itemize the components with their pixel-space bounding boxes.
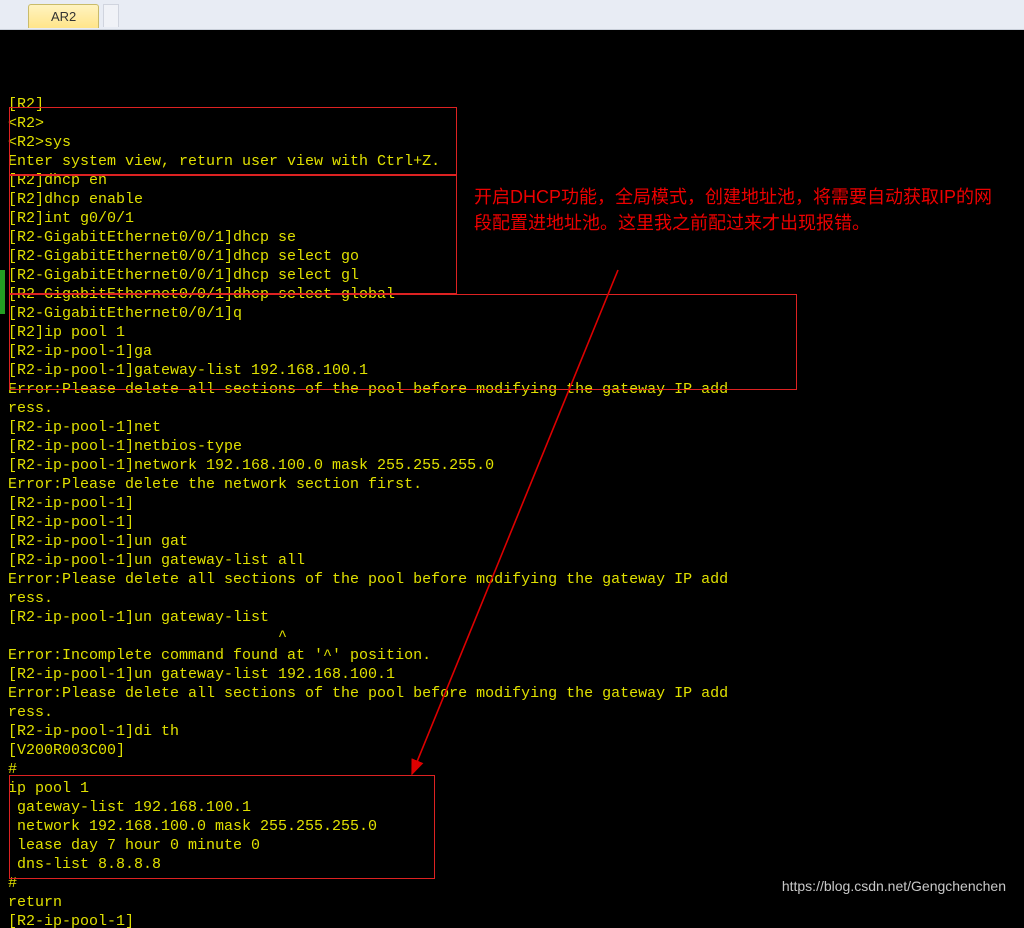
annotation-text: 开启DHCP功能，全局模式，创建地址池，将需要自动获取IP的网段配置进地址池。这… <box>474 184 994 236</box>
terminal-line: [R2-GigabitEthernet0/0/1]dhcp select gl <box>8 266 1016 285</box>
terminal-line: ress. <box>8 589 1016 608</box>
terminal-line: [R2-ip-pool-1]di th <box>8 722 1016 741</box>
terminal-line: network 192.168.100.0 mask 255.255.255.0 <box>8 817 1016 836</box>
terminal-line: gateway-list 192.168.100.1 <box>8 798 1016 817</box>
terminal-line: [V200R003C00] <box>8 741 1016 760</box>
terminal-line: ip pool 1 <box>8 779 1016 798</box>
terminal-line: lease day 7 hour 0 minute 0 <box>8 836 1016 855</box>
terminal-line: [R2-GigabitEthernet0/0/1]dhcp select go <box>8 247 1016 266</box>
terminal[interactable]: [R2]<R2><R2>sysEnter system view, return… <box>0 30 1024 928</box>
terminal-line: [R2-ip-pool-1] <box>8 912 1016 928</box>
terminal-line: [R2]ip pool 1 <box>8 323 1016 342</box>
terminal-line: ^ <box>8 627 1016 646</box>
tab-ar2[interactable]: AR2 <box>28 4 99 28</box>
terminal-line: <R2> <box>8 114 1016 133</box>
watermark: https://blog.csdn.net/Gengchenchen <box>782 878 1006 894</box>
terminal-line: return <box>8 893 1016 912</box>
terminal-line: ress. <box>8 703 1016 722</box>
terminal-line: Error:Please delete the network section … <box>8 475 1016 494</box>
terminal-line: [R2-ip-pool-1]un gateway-list all <box>8 551 1016 570</box>
terminal-line: [R2-ip-pool-1]netbios-type <box>8 437 1016 456</box>
terminal-line: [R2] <box>8 95 1016 114</box>
terminal-line: Error:Incomplete command found at '^' po… <box>8 646 1016 665</box>
terminal-line: [R2-ip-pool-1] <box>8 513 1016 532</box>
terminal-line: [R2-ip-pool-1]net <box>8 418 1016 437</box>
terminal-line: [R2-GigabitEthernet0/0/1]q <box>8 304 1016 323</box>
terminal-line: dns-list 8.8.8.8 <box>8 855 1016 874</box>
terminal-line: [R2-ip-pool-1]network 192.168.100.0 mask… <box>8 456 1016 475</box>
terminal-line: Error:Please delete all sections of the … <box>8 570 1016 589</box>
terminal-line: Error:Please delete all sections of the … <box>8 684 1016 703</box>
terminal-line: # <box>8 760 1016 779</box>
terminal-line: [R2-ip-pool-1]ga <box>8 342 1016 361</box>
terminal-line: [R2-ip-pool-1]gateway-list 192.168.100.1 <box>8 361 1016 380</box>
terminal-line: [R2-ip-pool-1] <box>8 494 1016 513</box>
terminal-line: Error:Please delete all sections of the … <box>8 380 1016 399</box>
terminal-line: [R2-ip-pool-1]un gateway-list <box>8 608 1016 627</box>
tab-bar: AR2 <box>0 0 1024 30</box>
terminal-line: <R2>sys <box>8 133 1016 152</box>
terminal-line: [R2-ip-pool-1]un gateway-list 192.168.10… <box>8 665 1016 684</box>
tab-placeholder <box>103 4 119 27</box>
terminal-line: [R2-GigabitEthernet0/0/1]dhcp select glo… <box>8 285 1016 304</box>
terminal-line: Enter system view, return user view with… <box>8 152 1016 171</box>
terminal-line: ress. <box>8 399 1016 418</box>
terminal-line: [R2-ip-pool-1]un gat <box>8 532 1016 551</box>
